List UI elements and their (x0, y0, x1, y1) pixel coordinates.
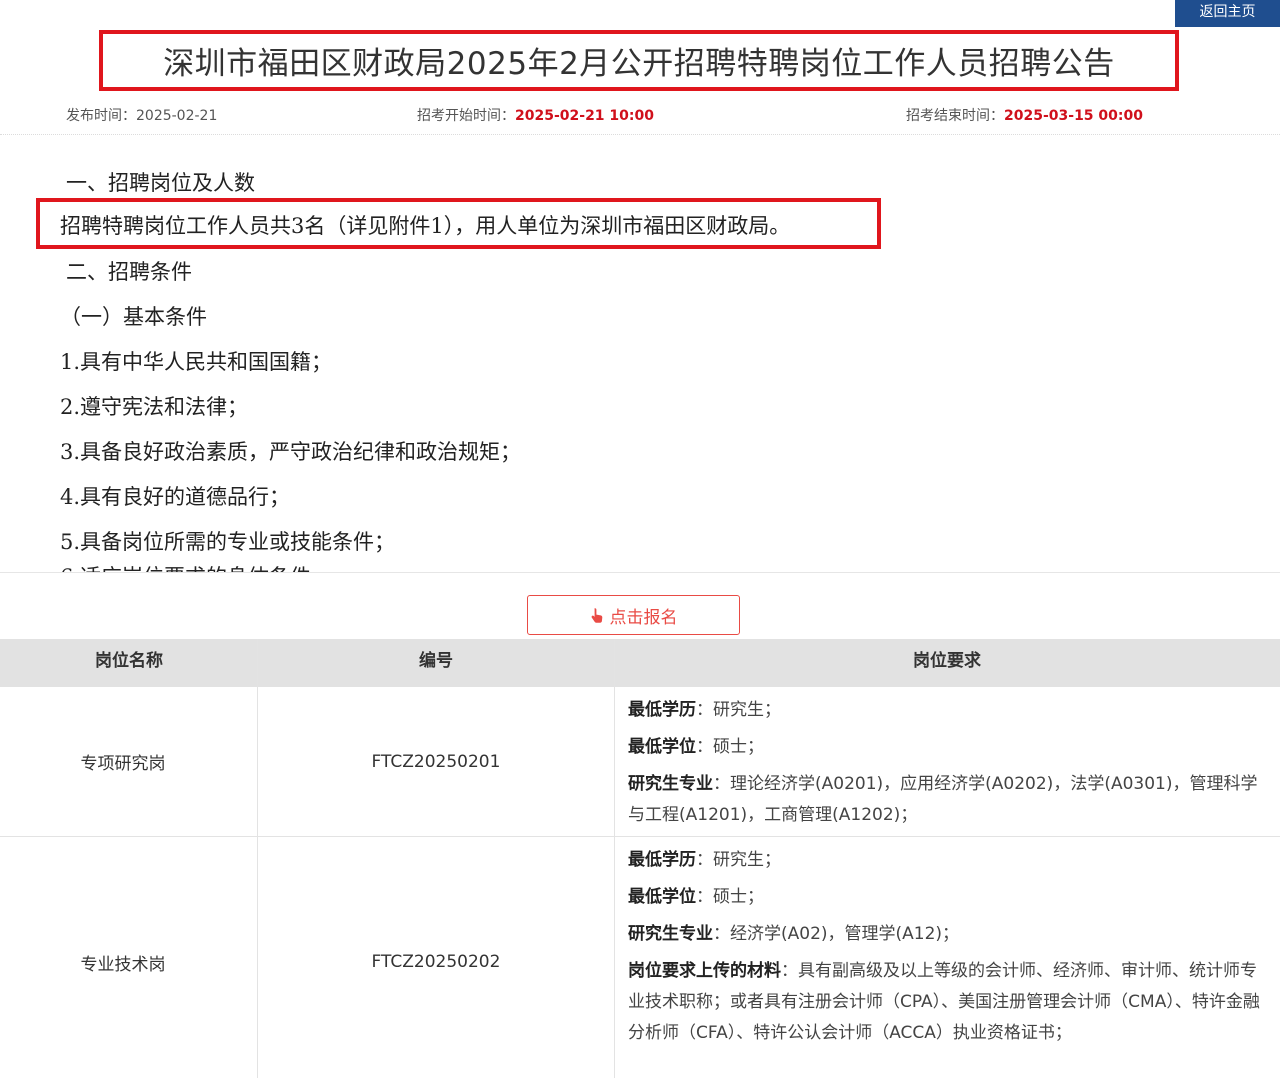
requirement-value: ：研究生； (696, 850, 781, 870)
requirement-line: 最低学历：研究生； (628, 695, 1273, 726)
section1-text: 招聘特聘岗位工作人员共3名（详见附件1），用人单位为深圳市福田区财政局。 (60, 214, 791, 238)
position-code: FTCZ20250201 (371, 751, 501, 772)
requirement-key: 最低学位 (628, 737, 696, 757)
condition-item: 1.具有中华人民共和国国籍； (60, 350, 333, 374)
condition-item: 5.具备岗位所需的专业或技能条件； (60, 530, 396, 554)
table-header: 岗位名称 编号 岗位要求 (0, 639, 1280, 687)
position-code: FTCZ20250202 (371, 952, 501, 972)
header-position-name: 岗位名称 (95, 651, 163, 671)
requirement-value: ：硕士； (696, 887, 764, 907)
publish-time-label: 发布时间： (66, 108, 136, 124)
start-time: 招考开始时间：2025-02-21 10:00 (417, 105, 654, 125)
signup-button-label: 点击报名 (609, 607, 678, 628)
end-time: 招考结束时间：2025-03-15 00:00 (906, 105, 1143, 125)
condition-item: 6.适应岗位要求的身体条件。 (60, 561, 332, 572)
position-name: 专业技术岗 (80, 954, 166, 975)
requirement-value: ：经济学(A02)，管理学(A12)； (713, 924, 960, 944)
requirement-line: 最低学历：研究生； (628, 845, 1273, 876)
position-requirements: 最低学历：研究生； 最低学位：硕士； 研究生专业：理论经济学(A0201)，应用… (628, 695, 1273, 831)
requirement-key: 最低学历 (628, 850, 696, 870)
requirement-value: ：研究生； (696, 700, 781, 720)
requirement-key: 研究生专业 (628, 774, 713, 794)
requirement-line: 研究生专业：理论经济学(A0201)，应用经济学(A0202)，法学(A0301… (628, 769, 1273, 831)
requirement-key: 研究生专业 (628, 924, 713, 944)
requirement-key: 最低学历 (628, 700, 696, 720)
condition-item: 3.具备良好政治素质，严守政治纪律和政治规矩； (60, 440, 522, 464)
position-requirements: 最低学历：研究生； 最低学位：硕士； 研究生专业：经济学(A02)，管理学(A1… (628, 845, 1273, 1049)
signup-button[interactable]: 点击报名 (527, 595, 740, 635)
header-code: 编号 (419, 651, 453, 671)
requirement-value: ：理论经济学(A0201)，应用经济学(A0202)，法学(A0301)，管理科… (628, 774, 1258, 825)
requirement-line: 研究生专业：经济学(A02)，管理学(A12)； (628, 919, 1273, 950)
start-time-value: 2025-02-21 10:00 (515, 108, 654, 124)
table-row: 专项研究岗 FTCZ20250201 最低学历：研究生； 最低学位：硕士； 研究… (0, 687, 1280, 837)
publish-time-value: 2025-02-21 (136, 108, 218, 124)
meta-divider (0, 134, 1280, 135)
requirement-line: 最低学位：硕士； (628, 732, 1273, 763)
requirement-key: 岗位要求上传的材料 (628, 961, 781, 981)
end-time-value: 2025-03-15 00:00 (1004, 108, 1143, 124)
section1-heading: 一、招聘岗位及人数 (66, 171, 255, 195)
requirement-line: 最低学位：硕士； (628, 882, 1273, 913)
position-name: 专项研究岗 (80, 754, 166, 774)
hand-pointer-icon (590, 607, 604, 623)
requirement-key: 最低学位 (628, 887, 696, 907)
end-time-label: 招考结束时间： (906, 108, 1004, 124)
start-time-label: 招考开始时间： (417, 108, 515, 124)
home-link[interactable]: 返回主页 (1175, 0, 1280, 27)
page-title: 深圳市福田区财政局2025年2月公开招聘特聘岗位工作人员招聘公告 (163, 46, 1115, 82)
content-divider (0, 572, 1280, 573)
condition-item: 4.具有良好的道德品行； (60, 485, 291, 509)
announcement-content[interactable]: 一、招聘岗位及人数 招聘特聘岗位工作人员共3名（详见附件1），用人单位为深圳市福… (0, 150, 1280, 572)
section2-heading: 二、招聘条件 (66, 260, 192, 284)
subsection1-heading: （一）基本条件 (60, 305, 207, 329)
requirement-value: ：硕士； (696, 737, 764, 757)
table-row: 专业技术岗 FTCZ20250202 最低学历：研究生； 最低学位：硕士； 研究… (0, 837, 1280, 1078)
publish-time: 发布时间：2025-02-21 (66, 105, 217, 125)
header-requirements: 岗位要求 (913, 651, 981, 671)
title-highlight-box: 深圳市福田区财政局2025年2月公开招聘特聘岗位工作人员招聘公告 (99, 30, 1179, 91)
requirement-line: 岗位要求上传的材料：具有副高级及以上等级的会计师、经济师、审计师、统计师专业技术… (628, 956, 1273, 1049)
condition-item: 2.遵守宪法和法律； (60, 395, 249, 419)
